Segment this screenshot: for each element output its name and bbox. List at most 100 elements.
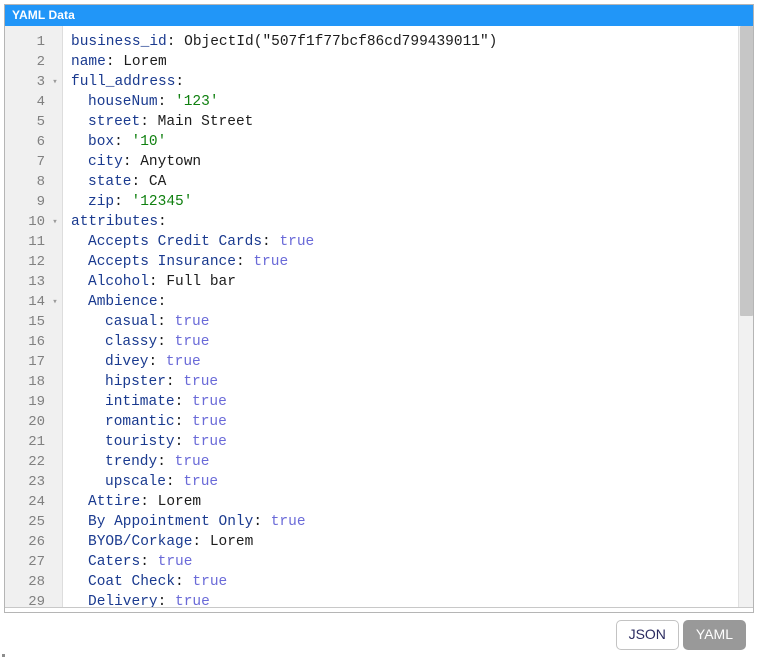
fold-toggle-icon[interactable]: ▾ — [49, 292, 61, 312]
code-line[interactable]: 23 upscale: true — [5, 472, 753, 492]
token-plain: Lorem — [123, 54, 167, 70]
code-line[interactable]: 5 street: Main Street — [5, 112, 753, 132]
code-line[interactable]: 10 ▾ attributes: — [5, 212, 753, 232]
vertical-scrollbar[interactable] — [738, 26, 753, 612]
code-line[interactable]: 20 romantic: true — [5, 412, 753, 432]
code-text: name: Lorem — [71, 52, 167, 72]
token-bool: true — [253, 254, 289, 270]
code-text: hipster: true — [71, 372, 218, 392]
token-punct: : — [157, 314, 175, 330]
format-button-yaml[interactable]: YAML — [682, 620, 746, 650]
format-toggle-buttons: JSON YAML — [0, 620, 752, 650]
code-lines-container[interactable]: 1 business_id: ObjectId("507f1f77bcf86cd7… — [5, 26, 753, 612]
code-text: By Appointment Only: true — [71, 512, 306, 532]
line-number: 21 — [28, 434, 45, 450]
token-punct: : — [105, 54, 124, 70]
code-line[interactable]: 28 Coat Check: true — [5, 572, 753, 592]
line-number: 2 — [36, 54, 45, 70]
code-line[interactable]: 3 ▾ full_address: — [5, 72, 753, 92]
code-line[interactable]: 15 casual: true — [5, 312, 753, 332]
token-str: '12345' — [131, 194, 193, 210]
code-line[interactable]: 14 ▾ Ambience: — [5, 292, 753, 312]
token-key: Coat Check — [88, 574, 176, 590]
code-line[interactable]: 24 Attire: Lorem — [5, 492, 753, 512]
code-text: state: CA — [71, 172, 166, 192]
fold-toggle-icon[interactable]: ▾ — [49, 212, 61, 232]
token-key: touristy — [105, 434, 175, 450]
token-bool: true — [192, 414, 227, 430]
token-bool: true — [183, 374, 219, 390]
token-bool: true — [174, 334, 210, 350]
code-text: trendy: true — [71, 452, 209, 472]
format-button-json[interactable]: JSON — [615, 620, 679, 650]
code-line[interactable]: 11 Accepts Credit Cards: true — [5, 232, 753, 252]
token-bool: true — [174, 454, 210, 470]
token-punct: : — [174, 434, 193, 450]
line-number: 8 — [36, 174, 45, 190]
token-punct: : — [122, 154, 141, 170]
code-line[interactable]: 27 Caters: true — [5, 552, 753, 572]
code-line[interactable]: 18 hipster: true — [5, 372, 753, 392]
fold-toggle-icon[interactable]: ▾ — [49, 72, 61, 92]
code-text: city: Anytown — [71, 152, 201, 172]
code-text: casual: true — [71, 312, 209, 332]
line-number: 7 — [36, 154, 45, 170]
code-line[interactable]: 21 touristy: true — [5, 432, 753, 452]
code-line[interactable]: 8 state: CA — [5, 172, 753, 192]
token-plain: Lorem — [209, 534, 254, 550]
code-editor[interactable]: 1 business_id: ObjectId("507f1f77bcf86cd7… — [5, 26, 753, 612]
token-punct: : — [157, 334, 175, 350]
code-text: attributes: — [71, 212, 167, 232]
code-text: business_id: ObjectId("507f1f77bcf86cd79… — [71, 32, 497, 52]
token-bool: true — [192, 434, 227, 450]
code-line[interactable]: 12 Accepts Insurance: true — [5, 252, 753, 272]
code-line[interactable]: 7 city: Anytown — [5, 152, 753, 172]
line-number: 12 — [28, 254, 45, 270]
token-key: city — [88, 154, 123, 170]
code-text: Coat Check: true — [71, 572, 227, 592]
token-key: intimate — [105, 394, 175, 410]
code-text: romantic: true — [71, 412, 227, 432]
line-number: 14 — [28, 294, 45, 310]
code-text: touristy: true — [71, 432, 227, 452]
token-bool: true — [157, 554, 193, 570]
code-line[interactable]: 13 Alcohol: Full bar — [5, 272, 753, 292]
code-line[interactable]: 1 business_id: ObjectId("507f1f77bcf86cd7… — [5, 32, 753, 52]
code-text: upscale: true — [71, 472, 218, 492]
code-line[interactable]: 16 classy: true — [5, 332, 753, 352]
code-line[interactable]: 19 intimate: true — [5, 392, 753, 412]
token-punct: : — [131, 174, 149, 190]
code-line[interactable]: 25 By Appointment Only: true — [5, 512, 753, 532]
code-line[interactable]: 9 zip: '12345' — [5, 192, 753, 212]
line-number: 23 — [28, 474, 45, 490]
vertical-scrollbar-thumb[interactable] — [740, 26, 753, 316]
token-key: zip — [88, 194, 115, 210]
yaml-data-panel: YAML Data 1 business_id: ObjectId("507f1f… — [4, 4, 754, 613]
token-punct: : — [175, 74, 185, 90]
token-key: Accepts Insurance — [88, 254, 236, 270]
token-key: divey — [105, 354, 149, 370]
token-key: houseNum — [88, 94, 158, 110]
code-text: classy: true — [71, 332, 209, 352]
code-line[interactable]: 2 name: Lorem — [5, 52, 753, 72]
code-line[interactable]: 22 trendy: true — [5, 452, 753, 472]
token-punct: : — [140, 114, 158, 130]
token-key: business_id — [71, 34, 167, 50]
line-number: 19 — [28, 394, 45, 410]
code-text: intimate: true — [71, 392, 227, 412]
code-line[interactable]: 6 box: '10' — [5, 132, 753, 152]
code-text: divey: true — [71, 352, 201, 372]
token-key: state — [88, 174, 132, 190]
token-key: By Appointment Only — [88, 514, 254, 530]
code-text: houseNum: '123' — [71, 92, 219, 112]
horizontal-scrollbar[interactable] — [5, 607, 753, 612]
code-line[interactable]: 4 houseNum: '123' — [5, 92, 753, 112]
token-key: classy — [105, 334, 158, 350]
token-punct: : — [148, 354, 166, 370]
token-key: upscale — [105, 474, 166, 490]
token-punct: : — [148, 274, 167, 290]
code-line[interactable]: 26 BYOB/Corkage: Lorem — [5, 532, 753, 552]
code-line[interactable]: 17 divey: true — [5, 352, 753, 372]
token-key: Ambience — [88, 294, 158, 310]
line-number: 3 — [36, 74, 45, 90]
